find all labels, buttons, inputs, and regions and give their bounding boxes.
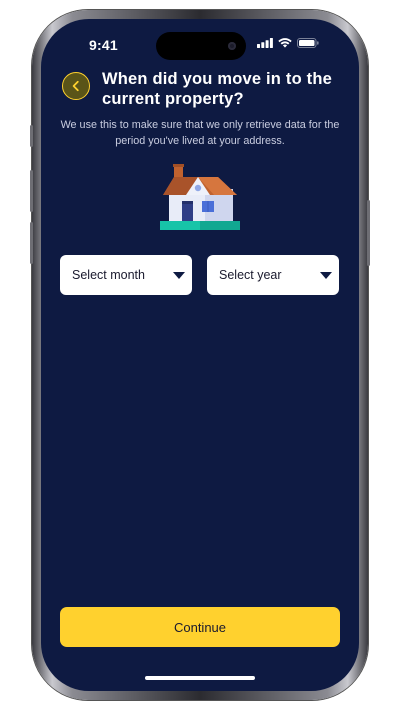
house-icon [160, 164, 240, 230]
status-icons [257, 38, 319, 48]
back-button[interactable] [62, 72, 90, 100]
front-camera-icon [228, 42, 236, 50]
stage: 9:41 When did you move in to the current… [0, 0, 400, 711]
caret-down-icon [173, 272, 185, 279]
year-select[interactable]: Select year [207, 255, 339, 295]
signal-icon [257, 38, 273, 48]
page-title: When did you move in to the current prop… [102, 70, 332, 108]
page-description: We use this to make sure that we only re… [60, 119, 340, 147]
volume-up-button [30, 170, 33, 212]
chevron-left-icon [72, 80, 79, 92]
move-in-date-selects: Select month Select year [60, 255, 340, 295]
dynamic-island [156, 32, 246, 60]
silent-switch [30, 125, 33, 147]
continue-button-label: Continue [173, 619, 227, 635]
status-time: 9:41 [89, 37, 118, 53]
power-button [367, 200, 370, 266]
volume-down-button [30, 222, 33, 264]
status-bar: 9:41 [41, 19, 359, 71]
battery-icon [297, 38, 319, 48]
app-screen: 9:41 When did you move in to the current… [41, 19, 359, 691]
home-indicator[interactable] [145, 676, 255, 680]
caret-down-icon [320, 272, 332, 279]
month-select-value: Select month [72, 268, 145, 282]
continue-button[interactable]: Continue [60, 607, 340, 647]
year-select-value: Select year [219, 268, 282, 282]
wifi-icon [278, 38, 292, 48]
month-select[interactable]: Select month [60, 255, 192, 295]
